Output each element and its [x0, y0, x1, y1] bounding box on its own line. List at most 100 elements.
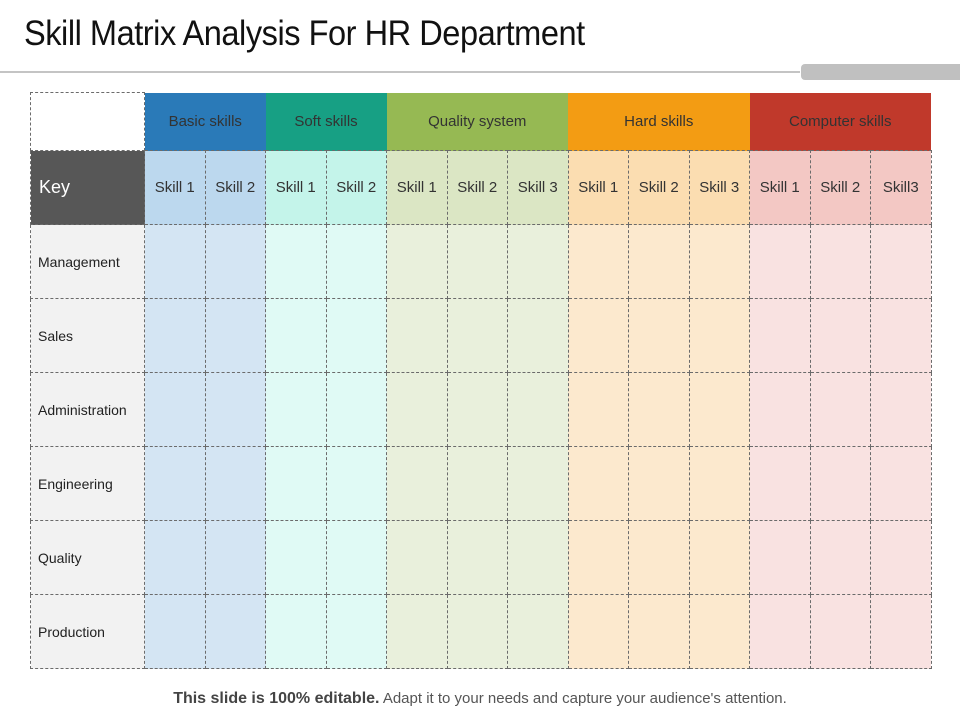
- skill-header: Skill 2: [809, 150, 871, 225]
- matrix-cell[interactable]: [144, 594, 206, 669]
- skill-matrix-table: Basic skills Soft skills Quality system Har…: [30, 92, 932, 669]
- matrix-cell[interactable]: [507, 298, 569, 373]
- matrix-cell[interactable]: [265, 298, 327, 373]
- matrix-cell[interactable]: [628, 372, 690, 447]
- matrix-cell[interactable]: [386, 372, 448, 447]
- matrix-cell[interactable]: [567, 224, 629, 299]
- matrix-cell[interactable]: [688, 594, 750, 669]
- matrix-cell[interactable]: [325, 520, 387, 595]
- matrix-cell[interactable]: [688, 372, 750, 447]
- skill-header: Skill 2: [204, 150, 266, 225]
- skill-header-row: Key Skill 1 Skill 2 Skill 1 Skill 2 Skill 1 Sk…: [30, 150, 932, 225]
- matrix-cell[interactable]: [265, 594, 327, 669]
- matrix-cell[interactable]: [688, 446, 750, 521]
- matrix-cell[interactable]: [507, 224, 569, 299]
- matrix-cell[interactable]: [809, 298, 871, 373]
- matrix-cell[interactable]: [870, 298, 932, 373]
- matrix-cell[interactable]: [204, 520, 266, 595]
- matrix-cell[interactable]: [265, 372, 327, 447]
- matrix-cell[interactable]: [446, 224, 508, 299]
- department-label: Management: [30, 224, 145, 299]
- matrix-cell[interactable]: [870, 224, 932, 299]
- table-row: Quality: [30, 520, 932, 595]
- matrix-cell[interactable]: [749, 298, 811, 373]
- matrix-cell[interactable]: [507, 446, 569, 521]
- matrix-cell[interactable]: [870, 520, 932, 595]
- matrix-cell[interactable]: [628, 594, 690, 669]
- matrix-cell[interactable]: [870, 372, 932, 447]
- matrix-cell[interactable]: [567, 594, 629, 669]
- matrix-cell[interactable]: [567, 298, 629, 373]
- matrix-cell[interactable]: [144, 446, 206, 521]
- matrix-cell[interactable]: [325, 372, 387, 447]
- matrix-cell[interactable]: [628, 446, 690, 521]
- group-header: Hard skills: [568, 92, 750, 151]
- matrix-cell[interactable]: [204, 372, 266, 447]
- matrix-cell[interactable]: [809, 594, 871, 669]
- group-header-row: Basic skills Soft skills Quality system Har…: [30, 92, 931, 151]
- group-header: Quality system: [386, 92, 568, 151]
- matrix-cell[interactable]: [386, 446, 448, 521]
- matrix-cell[interactable]: [567, 446, 629, 521]
- matrix-cell[interactable]: [144, 372, 206, 447]
- matrix-cell[interactable]: [386, 594, 448, 669]
- matrix-cell[interactable]: [446, 594, 508, 669]
- matrix-cell[interactable]: [204, 594, 266, 669]
- matrix-cell[interactable]: [265, 446, 327, 521]
- matrix-cell[interactable]: [688, 520, 750, 595]
- matrix-cell[interactable]: [870, 594, 932, 669]
- department-label: Administration: [30, 372, 145, 447]
- matrix-cell[interactable]: [628, 298, 690, 373]
- matrix-cell[interactable]: [749, 224, 811, 299]
- matrix-cell[interactable]: [507, 520, 569, 595]
- skill-header: Skill 1: [265, 150, 327, 225]
- matrix-cell[interactable]: [386, 520, 448, 595]
- matrix-cell[interactable]: [809, 372, 871, 447]
- matrix-cell[interactable]: [628, 520, 690, 595]
- group-header: Soft skills: [265, 92, 387, 151]
- matrix-cell[interactable]: [325, 594, 387, 669]
- matrix-cell[interactable]: [446, 520, 508, 595]
- matrix-cell[interactable]: [446, 298, 508, 373]
- group-header: Basic skills: [144, 92, 266, 151]
- matrix-cell[interactable]: [446, 446, 508, 521]
- divider-tab: [801, 64, 960, 80]
- footer-note: This slide is 100% editable. Adapt it to…: [0, 690, 960, 708]
- table-row: Engineering: [30, 446, 932, 521]
- matrix-cell[interactable]: [749, 372, 811, 447]
- matrix-cell[interactable]: [567, 520, 629, 595]
- skill-header: Skill 2: [628, 150, 690, 225]
- matrix-cell[interactable]: [265, 224, 327, 299]
- matrix-cell[interactable]: [386, 298, 448, 373]
- matrix-cell[interactable]: [507, 594, 569, 669]
- matrix-cell[interactable]: [144, 298, 206, 373]
- matrix-cell[interactable]: [265, 520, 327, 595]
- matrix-cell[interactable]: [144, 520, 206, 595]
- matrix-cell[interactable]: [386, 224, 448, 299]
- skill-header: Skill 1: [749, 150, 811, 225]
- matrix-cell[interactable]: [749, 446, 811, 521]
- matrix-cell[interactable]: [749, 520, 811, 595]
- matrix-cell[interactable]: [204, 224, 266, 299]
- matrix-cell[interactable]: [809, 520, 871, 595]
- skill-header: Skill 1: [144, 150, 206, 225]
- matrix-cell[interactable]: [204, 298, 266, 373]
- matrix-cell[interactable]: [809, 446, 871, 521]
- matrix-cell[interactable]: [144, 224, 206, 299]
- matrix-cell[interactable]: [628, 224, 690, 299]
- matrix-cell[interactable]: [870, 446, 932, 521]
- corner-cell: [30, 92, 145, 151]
- matrix-cell[interactable]: [809, 224, 871, 299]
- matrix-cell[interactable]: [688, 298, 750, 373]
- matrix-cell[interactable]: [688, 224, 750, 299]
- footer-text: Adapt it to your needs and capture your …: [379, 690, 787, 707]
- matrix-cell[interactable]: [567, 372, 629, 447]
- matrix-cell[interactable]: [325, 298, 387, 373]
- matrix-cell[interactable]: [325, 224, 387, 299]
- matrix-cell[interactable]: [325, 446, 387, 521]
- matrix-cell[interactable]: [749, 594, 811, 669]
- matrix-cell[interactable]: [507, 372, 569, 447]
- matrix-cell[interactable]: [446, 372, 508, 447]
- department-label: Engineering: [30, 446, 145, 521]
- matrix-cell[interactable]: [204, 446, 266, 521]
